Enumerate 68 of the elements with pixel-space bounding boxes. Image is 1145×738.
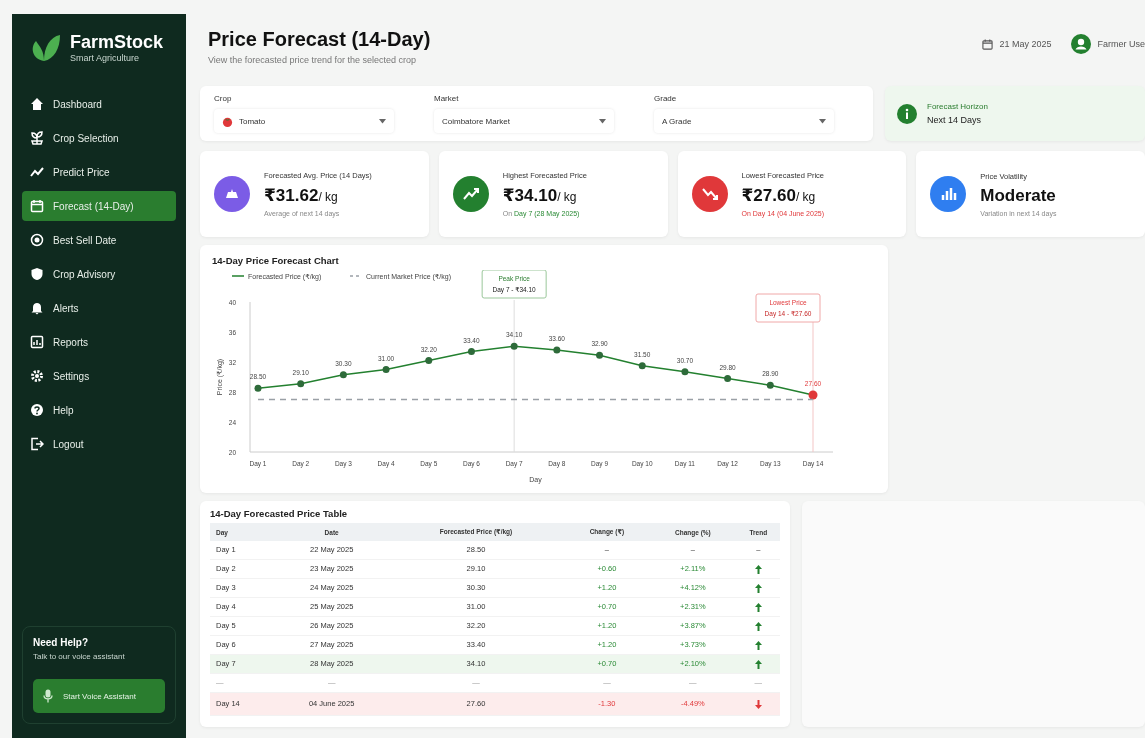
stat-value: ₹31.62/ kg	[264, 185, 339, 206]
nav-item[interactable]: Predict Price	[22, 157, 176, 187]
brand-name: FarmStock	[70, 32, 164, 53]
stat-value: Moderate	[980, 185, 1057, 206]
caret-icon	[599, 118, 606, 124]
data-point	[681, 368, 689, 376]
data-point	[297, 380, 305, 388]
data-point	[724, 375, 732, 382]
filter-label: Grade	[654, 94, 678, 103]
voice-assistant-button[interactable]: Start Voice Assistant	[33, 679, 165, 713]
nav-item[interactable]: Reports	[22, 327, 176, 357]
chart-title: 14-Day Price Forecast Chart	[212, 255, 340, 266]
microphone-icon	[43, 689, 53, 703]
data-point	[596, 351, 604, 359]
date-text: 21 May 2025	[999, 39, 1052, 49]
dropdown[interactable]: Tomato	[214, 109, 394, 133]
user-avatar-icon[interactable]	[1071, 34, 1092, 54]
help-title: Need Help?	[33, 637, 89, 648]
nav-item[interactable]: Dashboard	[22, 89, 176, 119]
horizon-label: Forecast Horizon	[927, 102, 988, 111]
data-point	[339, 371, 347, 379]
gear-icon	[30, 369, 44, 383]
tomato-icon	[222, 115, 233, 127]
nav-item[interactable]: Best Sell Date	[22, 225, 176, 255]
data-point	[553, 346, 561, 354]
trend-icon	[30, 165, 44, 179]
horizon-value: Next 14 Days	[927, 115, 983, 125]
page-title: Price Forecast (14-Day)	[208, 28, 431, 51]
stat-value: ₹27.60/ kg	[741, 185, 817, 206]
nav-item[interactable]: Settings	[22, 361, 176, 391]
filter-label: Crop	[214, 94, 233, 103]
nav-item[interactable]: Help	[22, 395, 176, 425]
help-text: Talk to our voice assistant	[33, 652, 126, 661]
bell-icon	[30, 301, 44, 315]
info-icon	[897, 103, 917, 124]
logout-icon	[30, 437, 44, 451]
page-subtitle: View the forecasted price trend for the selected crop	[208, 55, 417, 65]
nav-item[interactable]: Alerts	[22, 293, 176, 323]
calendar-icon	[982, 38, 994, 50]
data-point	[510, 342, 518, 350]
caret-icon	[819, 118, 826, 124]
calendar-icon	[30, 199, 44, 213]
dropdown[interactable]: Coimbatore Market	[434, 109, 614, 133]
nav-item[interactable]: Crop Advisory	[22, 259, 176, 289]
dropdown[interactable]: A Grade	[654, 109, 834, 133]
arrow-down-icon	[754, 699, 762, 709]
brand-tagline: Smart Agriculture	[70, 53, 141, 63]
data-point	[382, 366, 390, 373]
user-name[interactable]: Farmer Use	[1097, 39, 1145, 49]
table-title: 14-Day Forecasted Price Table	[210, 508, 349, 519]
target-icon	[30, 233, 44, 247]
nav-item[interactable]: Forecast (14-Day)	[22, 191, 176, 221]
shield-icon	[30, 267, 44, 281]
nav-item[interactable]: Crop Selection	[22, 123, 176, 153]
data-point	[808, 390, 818, 400]
nav-item[interactable]: Logout	[22, 429, 176, 459]
filter-label: Market	[434, 94, 460, 103]
data-point	[425, 357, 433, 364]
report-icon	[30, 335, 44, 349]
data-point	[254, 384, 262, 392]
data-point	[467, 348, 475, 355]
data-point	[638, 362, 646, 370]
home-icon	[30, 97, 44, 111]
stat-value: ₹34.10/ kg	[502, 185, 578, 206]
sprout-icon	[30, 131, 44, 145]
help-icon	[30, 403, 44, 417]
caret-icon	[379, 118, 386, 124]
data-point	[766, 381, 774, 389]
